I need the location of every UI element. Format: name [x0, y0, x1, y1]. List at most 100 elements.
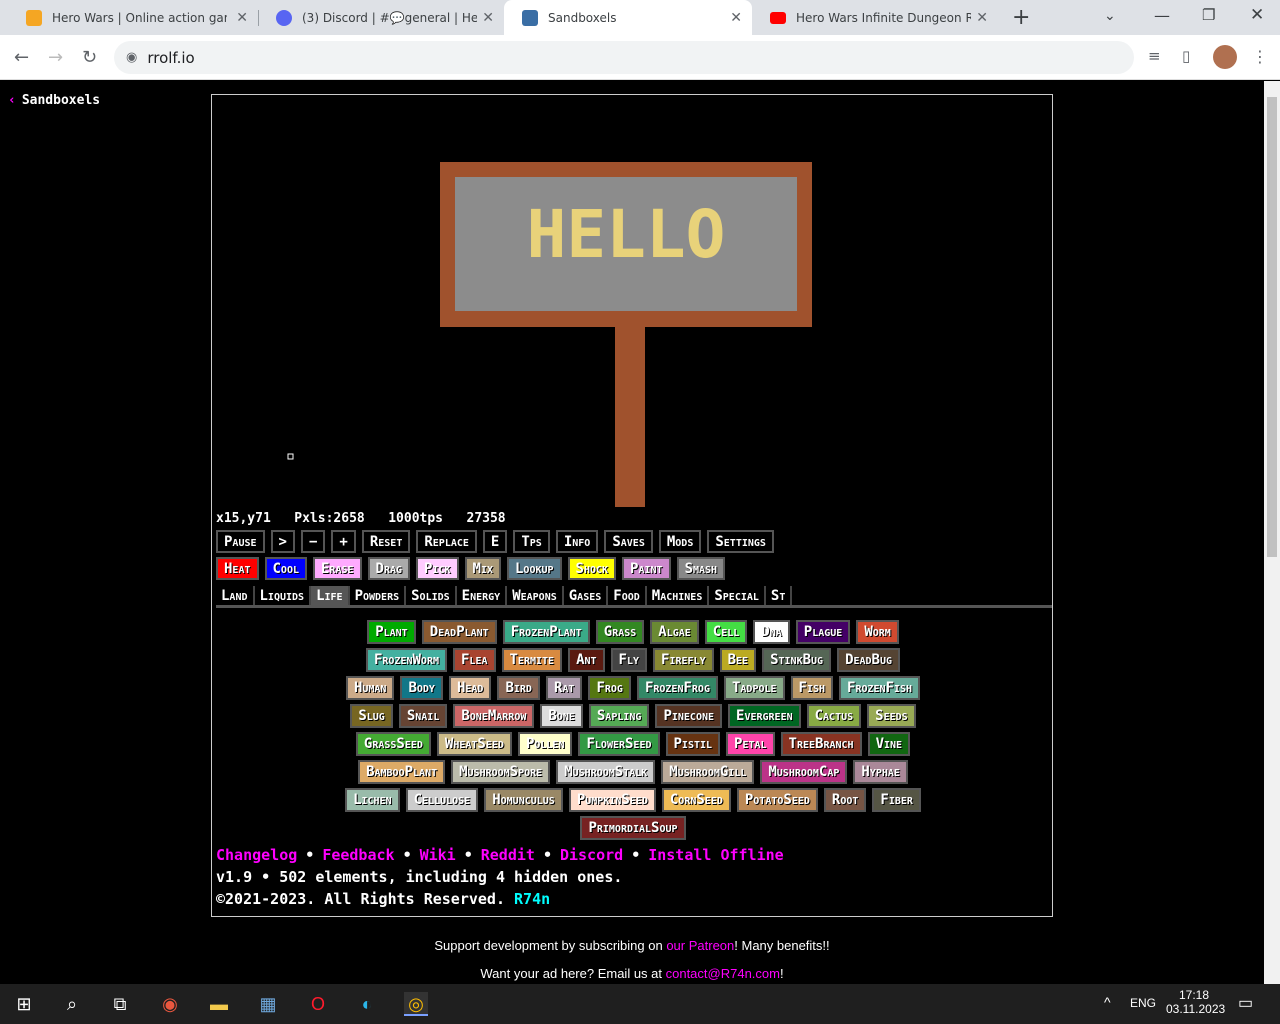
element-button-sapling[interactable]: Sapling [588, 704, 650, 728]
category-tab-land[interactable]: Land [216, 586, 255, 605]
element-button-human[interactable]: Human [345, 676, 395, 700]
element-button-pinecone[interactable]: Pinecone [655, 704, 723, 728]
link-changelog[interactable]: Changelog [216, 846, 297, 864]
address-bar[interactable]: ◉ rrolf.io [114, 41, 1134, 74]
contact-email-link[interactable]: contact@R74n.com [666, 966, 780, 981]
element-button-slug[interactable]: Slug [350, 704, 393, 728]
media-control-icon[interactable]: ≡ [1148, 47, 1161, 65]
link-discord[interactable]: Discord [560, 846, 623, 864]
element-button-cellulose[interactable]: Cellulose [405, 788, 479, 812]
control-button-settings[interactable]: Settings [707, 530, 774, 553]
tab-sandboxels[interactable]: Sandboxels ✕ [504, 0, 752, 35]
category-tab-special[interactable]: Special [709, 586, 766, 605]
file-explorer-icon[interactable]: ▬ [207, 992, 231, 1016]
category-tab-st[interactable]: St [766, 586, 793, 605]
element-button-wheatseed[interactable]: WheatSeed [436, 732, 512, 756]
tab-hero-wars[interactable]: Hero Wars | Online action game | F ✕ [8, 0, 258, 35]
link-reddit[interactable]: Reddit [481, 846, 535, 864]
app-icon[interactable]: ◉ [158, 992, 182, 1016]
tool-button-paint[interactable]: Paint [622, 557, 671, 580]
close-tab-icon[interactable]: ✕ [730, 10, 742, 26]
clock[interactable]: 17:18 03.11.2023 [1166, 988, 1225, 1016]
tool-button-shock[interactable]: Shock [567, 557, 617, 580]
element-button-rat[interactable]: Rat [545, 676, 583, 700]
tool-button-erase[interactable]: Erase [313, 557, 362, 580]
element-button-deadbug[interactable]: DeadBug [837, 648, 901, 672]
element-button-plant[interactable]: Plant [367, 620, 416, 644]
control-button-sym1[interactable]: > [270, 530, 295, 553]
tool-button-mix[interactable]: Mix [464, 557, 501, 580]
profile-avatar[interactable] [1213, 45, 1237, 69]
element-button-hyphae[interactable]: Hyphae [853, 760, 908, 784]
tool-button-cool[interactable]: Cool [264, 557, 307, 580]
element-button-potatoseed[interactable]: PotatoSeed [736, 788, 818, 812]
element-button-snail[interactable]: Snail [398, 704, 448, 728]
tool-button-drag[interactable]: Drag [367, 557, 411, 580]
back-arrow-icon[interactable]: ← [14, 47, 29, 68]
language-indicator[interactable]: ENG [1130, 996, 1156, 1010]
side-panel-icon[interactable]: ▯ [1182, 47, 1190, 65]
scrollbar-thumb[interactable] [1267, 97, 1277, 557]
element-button-treebranch[interactable]: TreeBranch [780, 732, 862, 756]
element-button-frozenfrog[interactable]: FrozenFrog [636, 676, 718, 700]
element-button-plague[interactable]: Plague [795, 620, 851, 644]
element-button-dna[interactable]: Dna [753, 620, 790, 644]
element-button-grassseed[interactable]: GrassSeed [355, 732, 431, 756]
element-button-bonemarrow[interactable]: BoneMarrow [453, 704, 535, 728]
element-button-deadplant[interactable]: DeadPlant [421, 620, 497, 644]
game-canvas[interactable]: HELLO [212, 95, 1052, 510]
tab-search-chevron-icon[interactable]: ⌄ [1104, 8, 1116, 24]
element-button-seeds[interactable]: Seeds [867, 704, 916, 728]
element-button-flowerseed[interactable]: FlowerSeed [578, 732, 660, 756]
element-button-algae[interactable]: Algae [650, 620, 699, 644]
close-tab-icon[interactable]: ✕ [976, 10, 988, 26]
element-button-frozenfish[interactable]: FrozenFish [839, 676, 921, 700]
close-tab-icon[interactable]: ✕ [482, 10, 494, 26]
element-button-root[interactable]: Root [823, 788, 867, 812]
control-button-reset[interactable]: Reset [361, 530, 411, 553]
element-button-firefly[interactable]: Firefly [653, 648, 714, 672]
element-button-vine[interactable]: Vine [867, 732, 911, 756]
element-button-cactus[interactable]: Cactus [806, 704, 862, 728]
reload-icon[interactable]: ↻ [82, 47, 97, 68]
forward-arrow-icon[interactable]: → [48, 47, 63, 68]
element-button-pistil[interactable]: Pistil [665, 732, 721, 756]
network-app-icon[interactable]: ▦ [256, 992, 280, 1016]
element-button-ant[interactable]: Ant [568, 648, 605, 672]
browser-menu-icon[interactable]: ⋮ [1252, 47, 1268, 66]
control-button-e[interactable]: E [482, 530, 508, 553]
tool-button-smash[interactable]: Smash [676, 557, 726, 580]
element-button-cornseed[interactable]: CornSeed [661, 788, 731, 812]
element-button-fish[interactable]: Fish [790, 676, 834, 700]
element-button-bambooplant[interactable]: BambooPlant [358, 760, 446, 784]
minimize-icon[interactable]: — [1154, 6, 1170, 25]
element-button-bone[interactable]: Bone [540, 704, 583, 728]
category-tab-life[interactable]: Life [311, 586, 350, 605]
element-button-mushroomgill[interactable]: MushroomGill [661, 760, 755, 784]
element-button-mushroomstalk[interactable]: MushroomStalk [556, 760, 656, 784]
control-button-pause[interactable]: Pause [216, 530, 265, 553]
element-button-head[interactable]: Head [448, 676, 492, 700]
element-button-grass[interactable]: Grass [595, 620, 645, 644]
link-wiki[interactable]: Wiki [420, 846, 456, 864]
control-button-tps[interactable]: Tps [513, 530, 550, 553]
author-link[interactable]: R74n [514, 890, 550, 908]
task-view-icon[interactable]: ⧉ [108, 992, 132, 1016]
category-tab-powders[interactable]: Powders [350, 586, 407, 605]
element-button-fiber[interactable]: Fiber [872, 788, 921, 812]
element-button-mushroomspore[interactable]: MushroomSpore [451, 760, 551, 784]
site-info-icon[interactable]: ◉ [126, 50, 137, 65]
element-button-primordialsoup[interactable]: PrimordialSoup [580, 816, 686, 840]
element-button-fly[interactable]: Fly [610, 648, 648, 672]
tab-discord[interactable]: (3) Discord | #💬general | Hero Wa ✕ [258, 0, 504, 35]
link-feedback[interactable]: Feedback [322, 846, 394, 864]
category-tab-energy[interactable]: Energy [457, 586, 508, 605]
search-icon[interactable]: ⌕ [60, 992, 84, 1016]
element-button-body[interactable]: Body [400, 676, 443, 700]
category-tab-liquids[interactable]: Liquids [255, 586, 312, 605]
category-tab-machines[interactable]: Machines [647, 586, 710, 605]
element-button-bee[interactable]: Bee [719, 648, 757, 672]
element-button-lichen[interactable]: Lichen [345, 788, 400, 812]
close-tab-icon[interactable]: ✕ [236, 10, 248, 26]
element-button-frozenworm[interactable]: FrozenWorm [365, 648, 447, 672]
